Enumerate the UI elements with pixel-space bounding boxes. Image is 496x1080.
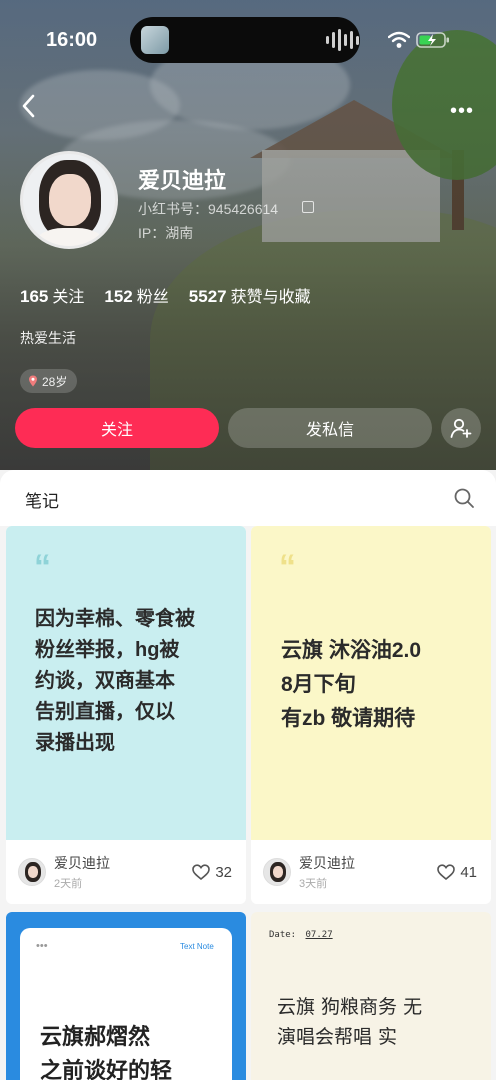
location-pin-icon [29,375,37,387]
audio-wave-icon [326,28,359,52]
back-icon[interactable] [18,92,40,120]
author-name[interactable]: 爱贝迪拉 [54,853,110,873]
tab-notes[interactable]: 笔记 [25,487,59,512]
follow-button[interactable]: 关注 [15,408,219,448]
message-button[interactable]: 发私信 [228,408,432,448]
stat-following[interactable]: 165 关注 [20,283,84,307]
note-cover-line: 因为幸棉、零食被 [35,608,195,630]
profile-name: 爱贝迪拉 [138,168,227,193]
profile-bio: 热爱生活 [20,330,76,346]
heart-icon [437,864,456,880]
now-playing-thumbnail [141,26,169,54]
red-id: 小红书号：945426614 [138,201,279,217]
notes-panel: 笔记 “ 因为幸棉、零食被 粉丝举报，hg被 约谈，双商基本 告别直播，仅以 录… [0,470,496,1080]
age-label: 28岁 [42,374,68,389]
like-button[interactable]: 41 [437,864,477,881]
heart-icon [192,864,211,880]
more-dots-icon: ••• [36,940,48,952]
battery-charging-icon [416,32,449,48]
note-cover-line: 云旗 狗粮商务 无 [277,996,423,1018]
note-cover-line: 约谈，双商基本 [35,670,175,692]
like-count: 41 [460,863,477,881]
author-avatar[interactable] [263,858,291,886]
post-time: 3天前 [299,878,328,890]
note-cover-line: 8月下旬 [281,673,356,696]
ip-location: IP：湖南 [138,225,194,241]
profile-stats: 165 关注 152 粉丝 5527 获赞与收藏 [20,283,311,307]
more-options-icon[interactable]: ••• [450,100,474,123]
note-cover-line: 有zb 敬请期待 [281,707,416,730]
note-cover-line: 之前谈好的轻 [40,1058,173,1080]
note-cover-line: 告别直播，仅以 [35,701,175,723]
note-card[interactable]: “ 因为幸棉、零食被 粉丝举报，hg被 约谈，双商基本 告别直播，仅以 录播出现… [6,526,246,904]
note-cover-line: 录播出现 [35,732,115,754]
post-time: 2天前 [54,878,83,890]
date-field: Date: 07.27 [269,930,333,940]
status-time: 16:00 [46,29,98,51]
text-note-tag: Text Note [180,942,214,951]
date-label: Date: [269,930,297,940]
stat-likes-collects[interactable]: 5527 获赞与收藏 [189,283,311,307]
author-name[interactable]: 爱贝迪拉 [299,853,355,873]
wifi-icon [388,31,410,48]
note-card[interactable]: Date: 07.27 云旗 狗粮商务 无 演唱会帮唱 实 [251,912,491,1080]
note-cover-line: 云旗 沐浴油2.0 [281,639,422,662]
add-friend-button[interactable] [441,408,481,448]
age-tag: 28岁 [20,369,78,393]
add-user-icon [450,418,472,438]
like-button[interactable]: 32 [192,864,232,881]
note-cover-line: 粉丝举报，hg被 [35,639,180,661]
stat-followers[interactable]: 152 粉丝 [104,283,168,307]
avatar[interactable] [20,151,118,249]
note-cover: “ 云旗 沐浴油2.0 8月下旬 有zb 敬请期待 [251,526,491,840]
quote-icon: “ [34,548,51,586]
note-footer: 爱贝迪拉 3天前 41 [251,840,491,904]
note-cover-line: 云旗郝熠然 [40,1024,151,1049]
like-count: 32 [215,863,232,881]
note-card[interactable]: ••• Text Note 云旗郝熠然 之前谈好的轻 [6,912,246,1080]
note-cover: “ 因为幸棉、零食被 粉丝举报，hg被 约谈，双商基本 告别直播，仅以 录播出现 [6,526,246,840]
quote-icon: “ [279,548,296,586]
note-cover-line: 演唱会帮唱 实 [277,1026,398,1048]
date-value: 07.27 [305,930,333,940]
note-cover: ••• Text Note 云旗郝熠然 之前谈好的轻 [20,928,232,1080]
search-icon[interactable] [453,487,475,509]
author-avatar[interactable] [18,858,46,886]
note-footer: 爱贝迪拉 2天前 32 [6,840,246,904]
notes-tab-bar: 笔记 [0,470,496,526]
note-card[interactable]: “ 云旗 沐浴油2.0 8月下旬 有zb 敬请期待 爱贝迪拉 3天前 41 [251,526,491,904]
copy-icon[interactable] [302,201,314,213]
